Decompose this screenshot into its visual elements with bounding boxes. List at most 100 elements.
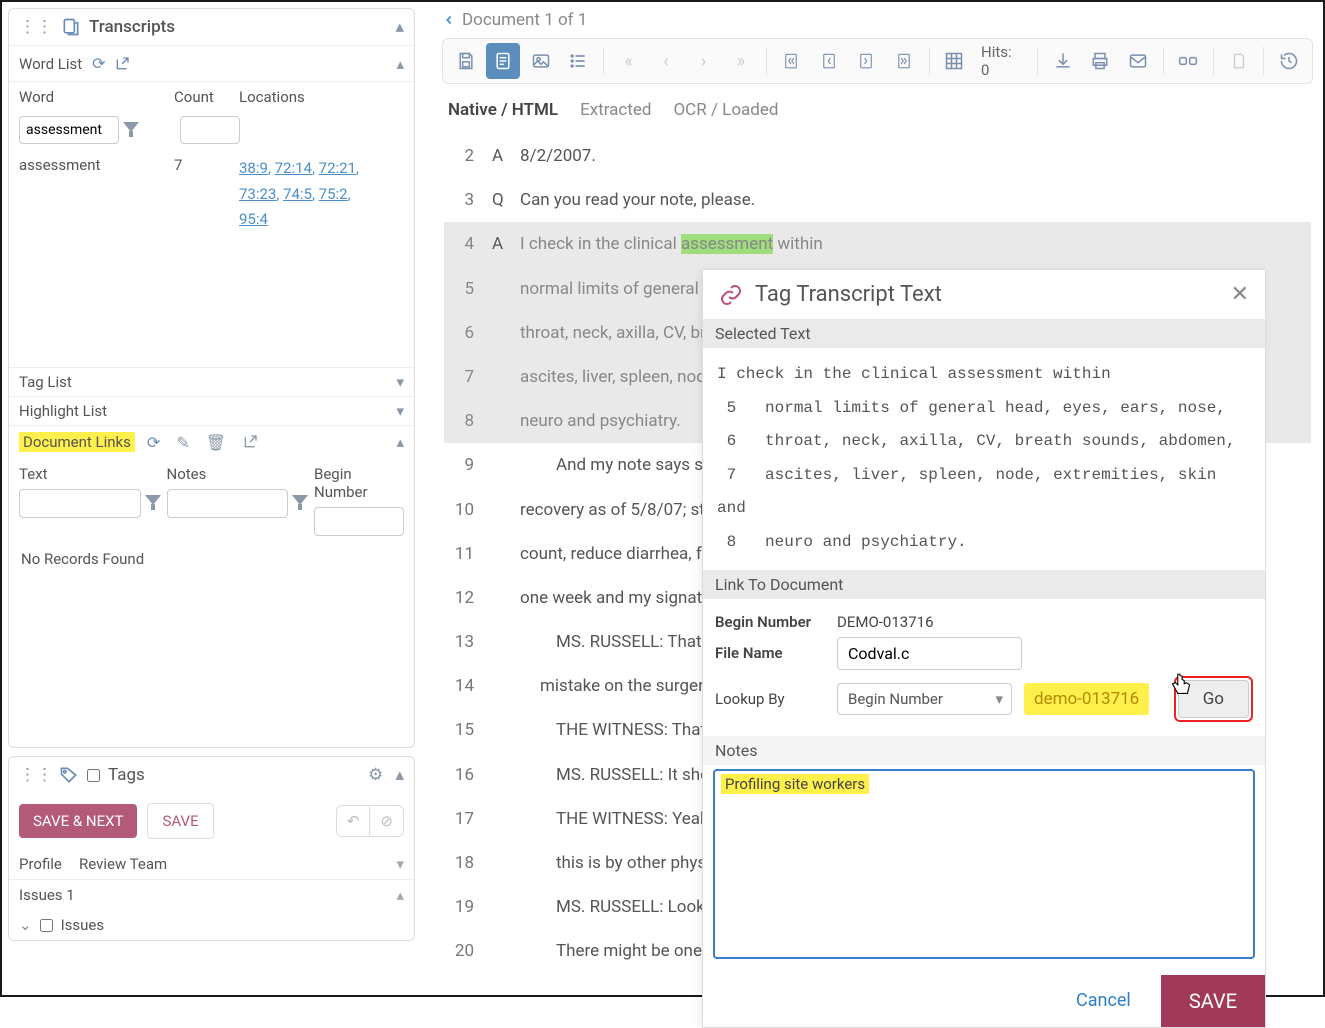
tab-native[interactable]: Native / HTML	[448, 100, 558, 120]
export-icon[interactable]	[238, 432, 262, 452]
go-button[interactable]: Go	[1178, 680, 1249, 718]
tags-checkbox[interactable]	[87, 769, 100, 782]
link-icon	[719, 283, 743, 307]
lookup-by-select[interactable]: Begin Number	[837, 683, 1012, 715]
tags-title: Tags	[108, 765, 145, 785]
mail-icon[interactable]	[1121, 43, 1154, 79]
transcripts-header: ⋮⋮ Transcripts ▴	[9, 9, 414, 45]
close-icon[interactable]: ✕	[1231, 282, 1249, 307]
tag-icon	[59, 765, 79, 785]
col-count: Count	[174, 88, 239, 106]
link-break-icon[interactable]	[1172, 43, 1205, 79]
page-prev-icon[interactable]	[812, 43, 845, 79]
export-icon[interactable]	[110, 54, 134, 74]
cancel-circle-icon[interactable]: ⊘	[370, 806, 403, 836]
drag-handle-icon[interactable]: ⋮⋮	[19, 765, 53, 785]
chevron-up-icon[interactable]: ▴	[396, 886, 404, 904]
history-icon[interactable]	[1272, 43, 1305, 79]
issues-item-checkbox[interactable]	[40, 919, 53, 932]
nav-next-icon[interactable]: ›	[687, 43, 720, 79]
nav-first-icon[interactable]: «	[612, 43, 645, 79]
page-next-icon[interactable]	[850, 43, 883, 79]
transcript-line: 2A8/2/2007.	[444, 134, 1311, 178]
chevron-down-icon[interactable]: ⌄	[19, 916, 32, 934]
page-first-icon[interactable]	[775, 43, 808, 79]
chevron-up-icon[interactable]: ▴	[396, 433, 404, 451]
link-to-doc-label: Link To Document	[703, 570, 1265, 599]
transcripts-title: Transcripts	[89, 17, 175, 37]
download-icon[interactable]	[1046, 43, 1079, 79]
filter-icon[interactable]	[145, 495, 159, 511]
list-view-icon[interactable]	[561, 43, 594, 79]
no-records: No Records Found	[9, 542, 414, 576]
collapse-icon[interactable]: ▴	[395, 17, 404, 37]
begin-number-label: Begin Number	[715, 613, 825, 631]
tag-transcript-dialog: Tag Transcript Text ✕ Selected Text I ch…	[702, 269, 1266, 1028]
chevron-down-icon[interactable]: ▾	[396, 402, 404, 420]
delete-icon[interactable]: 🗑	[202, 431, 230, 454]
tab-extracted[interactable]: Extracted	[580, 100, 651, 120]
nav-last-icon[interactable]: »	[724, 43, 757, 79]
wordlist-table-head: Word Count Locations	[9, 81, 414, 112]
issues-item-label: Issues	[61, 916, 105, 934]
profile-label: Profile	[19, 855, 79, 873]
cancel-button[interactable]: Cancel	[1064, 980, 1143, 1021]
count-filter-input[interactable]	[180, 116, 240, 144]
filter-icon[interactable]	[292, 495, 306, 511]
nav-prev-icon[interactable]: ‹	[649, 43, 682, 79]
lookup-by-label: Lookup By	[715, 690, 825, 708]
links-begin-input[interactable]	[314, 507, 404, 536]
save-next-button[interactable]: SAVE & NEXT	[19, 804, 137, 838]
tab-ocr[interactable]: OCR / Loaded	[673, 100, 778, 120]
chevron-down-icon[interactable]: ▾	[396, 373, 404, 391]
edit-icon[interactable]: ✎	[172, 431, 193, 454]
grid-icon[interactable]	[938, 43, 971, 79]
tag-list-section[interactable]: Tag List ▾	[9, 367, 414, 396]
print-icon[interactable]	[1084, 43, 1117, 79]
gear-icon[interactable]: ⚙	[368, 765, 383, 785]
transcript-line: 3QCan you read your note, please.	[444, 178, 1311, 222]
links-begin-label: Begin Number	[314, 465, 404, 501]
chevron-up-icon[interactable]: ▴	[396, 55, 404, 73]
file-name-label: File Name	[715, 644, 825, 662]
doc-nav-text: Document 1 of 1	[462, 10, 587, 30]
undo-icon[interactable]: ↶	[337, 806, 371, 836]
result-locations: 38:9, 72:14, 72:21, 73:23, 74:5, 75:2, 9…	[239, 156, 404, 233]
go-button-highlight: Go	[1174, 676, 1253, 722]
save-button[interactable]: SAVE	[147, 803, 213, 839]
issues-count[interactable]: Issues 1	[19, 886, 396, 904]
refresh-icon[interactable]: ⟳	[143, 431, 164, 454]
word-list-section[interactable]: Word List ⟳ ▴	[9, 45, 414, 81]
wordlist-row: assessment 7 38:9, 72:14, 72:21, 73:23, …	[9, 152, 414, 237]
prev-doc-icon[interactable]	[442, 13, 456, 27]
doc-toolbar: « ‹ › » Hits: 0	[442, 38, 1313, 84]
notes-textarea[interactable]: Profiling site workers	[713, 769, 1255, 959]
collapse-icon[interactable]: ▴	[395, 765, 404, 785]
notes-label: Notes	[703, 736, 1265, 765]
page-last-icon[interactable]	[887, 43, 920, 79]
refresh-icon[interactable]: ⟳	[88, 52, 109, 75]
doc-links-label: Document Links	[19, 432, 135, 452]
links-text-input[interactable]	[19, 489, 141, 518]
lookup-value[interactable]: demo-013716	[1024, 683, 1149, 715]
doc-nav: Document 1 of 1	[442, 6, 1313, 34]
doc-icon[interactable]	[1222, 43, 1255, 79]
drag-handle-icon[interactable]: ⋮⋮	[19, 17, 53, 37]
selected-text: I check in the clinical assessment withi…	[703, 348, 1265, 570]
save-doc-icon[interactable]	[449, 43, 482, 79]
begin-number-value: DEMO-013716	[837, 613, 934, 631]
col-word: Word	[19, 88, 174, 106]
highlight-list-section[interactable]: Highlight List ▾	[9, 396, 414, 425]
filter-icon[interactable]	[123, 122, 139, 138]
links-notes-input[interactable]	[167, 489, 289, 518]
links-notes-label: Notes	[167, 465, 307, 483]
dialog-save-button[interactable]: SAVE	[1161, 975, 1265, 1027]
image-view-icon[interactable]	[524, 43, 557, 79]
file-name-input[interactable]	[837, 637, 1022, 670]
word-filter-input[interactable]	[19, 116, 119, 144]
document-links-section[interactable]: Document Links ⟳ ✎ 🗑 ▴	[9, 425, 414, 459]
chevron-down-icon[interactable]: ▾	[396, 855, 404, 873]
doc-tabs: Native / HTML Extracted OCR / Loaded	[442, 84, 1313, 130]
doc-view-icon[interactable]	[486, 43, 519, 79]
profile-value[interactable]: Review Team	[79, 855, 396, 873]
